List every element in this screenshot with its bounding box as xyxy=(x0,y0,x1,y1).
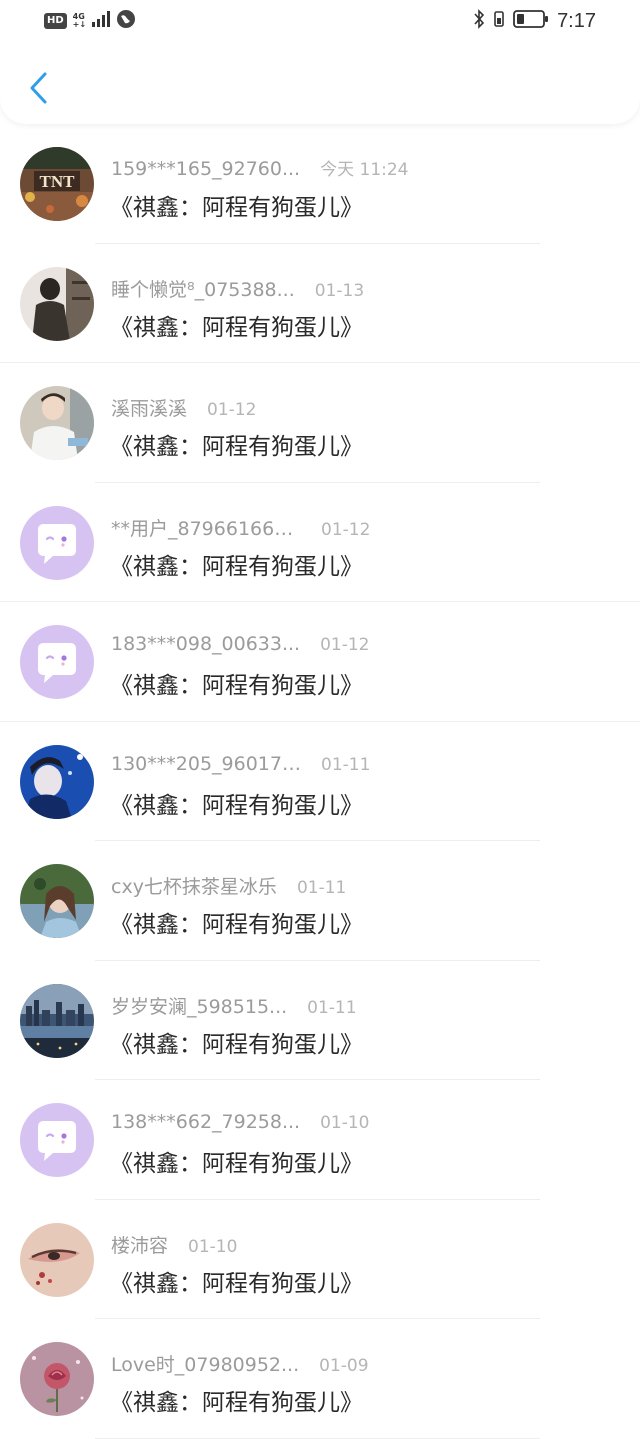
username[interactable]: 183***098_00633... xyxy=(111,633,300,655)
battery-icon xyxy=(513,9,549,33)
item-meta: 183***098_00633... 01-12 xyxy=(111,633,370,655)
timestamp: 01-12 xyxy=(320,635,370,655)
vibrate-icon xyxy=(493,9,505,33)
avatar[interactable] xyxy=(20,983,94,1058)
hd-badge: HD xyxy=(44,13,67,29)
username[interactable]: cxy七杯抹茶星冰乐 xyxy=(111,872,277,899)
comment-list: 159***165_92760... 今天 11:24 《祺鑫：阿程有狗蛋儿》 睡个懒… xyxy=(0,124,640,1439)
status-bar: HD 4G +↓ 7:17 xyxy=(0,0,640,44)
avatar[interactable] xyxy=(20,147,94,221)
list-item[interactable]: 130***205_960174... 01-11 《祺鑫：阿程有狗蛋儿》 xyxy=(0,722,640,841)
username[interactable]: 岁岁安澜_598515... xyxy=(111,992,287,1019)
status-time: 7:17 xyxy=(557,9,596,32)
list-item[interactable]: 138***662_79258... 01-10 《祺鑫：阿程有狗蛋儿》 xyxy=(0,1080,640,1200)
list-item[interactable]: 楼沛容 01-10 《祺鑫：阿程有狗蛋儿》 xyxy=(0,1200,640,1319)
avatar[interactable] xyxy=(20,386,94,460)
timestamp: 01-12 xyxy=(207,400,257,420)
timestamp: 01-10 xyxy=(320,1113,370,1133)
bluetooth-icon xyxy=(473,9,485,33)
timestamp: 01-09 xyxy=(319,1356,369,1376)
item-meta: 睡个懒觉⁸_075388... 01-13 xyxy=(111,275,364,302)
item-title: 《祺鑫：阿程有狗蛋儿》 xyxy=(110,1390,363,1416)
item-meta: **用户_879661663... 01-12 xyxy=(111,514,370,541)
timestamp: 今天 11:24 xyxy=(320,160,409,180)
username[interactable]: 130***205_960174... xyxy=(111,753,301,775)
item-meta: 溪雨溪溪 01-12 xyxy=(111,394,256,421)
item-title: 《祺鑫：阿程有狗蛋儿》 xyxy=(110,792,363,819)
list-item[interactable]: 岁岁安澜_598515... 01-11 《祺鑫：阿程有狗蛋儿》 xyxy=(0,961,640,1080)
username[interactable]: 138***662_79258... xyxy=(111,1111,300,1133)
avatar[interactable] xyxy=(20,744,94,819)
item-meta: 楼沛容 01-10 xyxy=(111,1231,237,1258)
item-title: 《祺鑫：阿程有狗蛋儿》 xyxy=(110,1031,363,1058)
row-divider xyxy=(95,1437,540,1439)
avatar[interactable] xyxy=(20,1342,94,1416)
list-item[interactable]: cxy七杯抹茶星冰乐 01-11 《祺鑫：阿程有狗蛋儿》 xyxy=(0,841,640,961)
list-item[interactable]: **用户_879661663... 01-12 《祺鑫：阿程有狗蛋儿》 xyxy=(0,483,640,602)
item-meta: Love时_07980952... 01-09 xyxy=(111,1350,369,1377)
status-right: 7:17 xyxy=(473,9,596,33)
avatar[interactable] xyxy=(20,625,94,699)
list-item[interactable]: 睡个懒觉⁸_075388... 01-13 《祺鑫：阿程有狗蛋儿》 xyxy=(0,244,640,363)
username[interactable]: 楼沛容 xyxy=(111,1231,168,1258)
status-left: HD 4G +↓ xyxy=(44,10,136,32)
globe-icon xyxy=(116,9,136,33)
list-item[interactable]: 159***165_92760... 今天 11:24 《祺鑫：阿程有狗蛋儿》 xyxy=(0,124,640,244)
timestamp: 01-11 xyxy=(321,754,371,775)
item-meta: cxy七杯抹茶星冰乐 01-11 xyxy=(111,872,346,899)
timestamp: 01-13 xyxy=(314,280,365,301)
item-meta: 岁岁安澜_598515... 01-11 xyxy=(111,992,357,1019)
list-item[interactable]: Love时_07980952... 01-09 《祺鑫：阿程有狗蛋儿》 xyxy=(0,1319,640,1439)
item-title: 《祺鑫：阿程有狗蛋儿》 xyxy=(110,195,363,221)
item-title: 《祺鑫：阿程有狗蛋儿》 xyxy=(110,673,363,699)
timestamp: 01-11 xyxy=(307,997,357,1018)
timestamp: 01-11 xyxy=(296,878,347,898)
item-meta: 130***205_960174... 01-11 xyxy=(111,753,370,775)
network-type: 4G +↓ xyxy=(73,13,86,29)
avatar[interactable] xyxy=(20,1103,94,1177)
item-title: 《祺鑫：阿程有狗蛋儿》 xyxy=(110,912,363,938)
username[interactable]: 睡个懒觉⁸_075388... xyxy=(111,275,295,302)
username[interactable]: **用户_879661663... xyxy=(111,514,301,541)
username[interactable]: 溪雨溪溪 xyxy=(111,394,187,421)
avatar[interactable] xyxy=(20,266,94,341)
back-button[interactable] xyxy=(18,68,58,112)
item-title: 《祺鑫：阿程有狗蛋儿》 xyxy=(110,314,363,341)
item-title: 《祺鑫：阿程有狗蛋儿》 xyxy=(110,434,363,460)
timestamp: 01-10 xyxy=(188,1236,238,1257)
chevron-left-icon xyxy=(27,71,49,109)
username[interactable]: Love时_07980952... xyxy=(111,1350,299,1377)
list-item[interactable]: 183***098_00633... 01-12 《祺鑫：阿程有狗蛋儿》 xyxy=(0,602,640,722)
item-title: 《祺鑫：阿程有狗蛋儿》 xyxy=(110,1270,363,1297)
avatar[interactable] xyxy=(20,505,94,580)
timestamp: 01-12 xyxy=(321,519,371,540)
username[interactable]: 159***165_92760... xyxy=(111,158,300,180)
list-item[interactable]: 溪雨溪溪 01-12 《祺鑫：阿程有狗蛋儿》 xyxy=(0,363,640,483)
item-title: 《祺鑫：阿程有狗蛋儿》 xyxy=(110,553,363,580)
item-meta: 138***662_79258... 01-10 xyxy=(111,1111,370,1133)
network-type-bottom: +↓ xyxy=(72,20,87,29)
signal-icon xyxy=(92,11,111,31)
avatar[interactable] xyxy=(20,1222,94,1297)
avatar[interactable] xyxy=(20,864,94,938)
app-header: HD 4G +↓ 7:17 xyxy=(0,0,640,124)
item-meta: 159***165_92760... 今天 11:24 xyxy=(111,155,409,180)
item-title: 《祺鑫：阿程有狗蛋儿》 xyxy=(110,1151,363,1177)
